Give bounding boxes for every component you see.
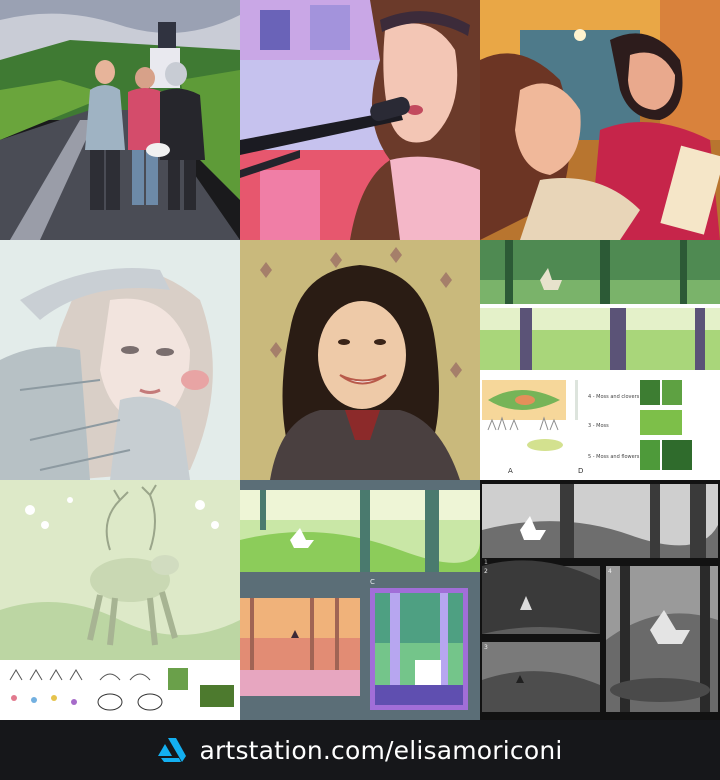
tile-artist-selfie-photo (240, 240, 480, 480)
group-portrait-art (0, 0, 240, 240)
footer-bar: artstation.com/elisamoriconi (0, 720, 720, 780)
tile-singer-microphone (240, 0, 480, 240)
storyboard-number-1: 1 (484, 559, 488, 566)
tile-grayscale-storyboard: 1 2 4 3 (480, 480, 720, 720)
tile-sketch-girl-hand (0, 240, 240, 480)
forest-color-studies: C (240, 480, 480, 720)
sketch-girl-art (0, 240, 240, 480)
sheet-label-moss-flowers: 5 - Moss and flowers (588, 454, 640, 460)
panel-letter-a: A (508, 467, 513, 475)
panel-letter-c: C (370, 578, 375, 586)
tile-group-portrait-road (0, 0, 240, 240)
forest-concept-sheet: 4 - Moss and clovers 3 - Moss 5 - Moss a… (480, 240, 720, 480)
profile-url-link[interactable]: artstation.com/elisamoriconi (199, 736, 562, 765)
tile-forest-color-studies: C (240, 480, 480, 720)
panel-letter-d: D (578, 467, 583, 475)
sheet-label-moss-clovers: 4 - Moss and clovers (588, 394, 640, 400)
storyboard-number-4: 4 (608, 568, 612, 575)
artwork-grid: 4 - Moss and clovers 3 - Moss 5 - Moss a… (0, 0, 720, 720)
singer-art (240, 0, 480, 240)
portfolio-collage: 4 - Moss and clovers 3 - Moss 5 - Moss a… (0, 0, 720, 780)
sheet-label-moss: 3 - Moss (588, 423, 609, 429)
artstation-logo-icon (158, 738, 187, 762)
tile-flower-deer-character-sheet (0, 480, 240, 720)
grayscale-storyboard: 1 2 4 3 (480, 480, 720, 720)
tile-two-women-cafe (480, 0, 720, 240)
cafe-art (480, 0, 720, 240)
flower-deer-art (0, 480, 240, 720)
tile-forest-deer-concept-sheet: 4 - Moss and clovers 3 - Moss 5 - Moss a… (480, 240, 720, 480)
storyboard-number-2: 2 (484, 568, 488, 575)
selfie-photo (240, 240, 480, 480)
storyboard-number-3: 3 (484, 644, 488, 651)
